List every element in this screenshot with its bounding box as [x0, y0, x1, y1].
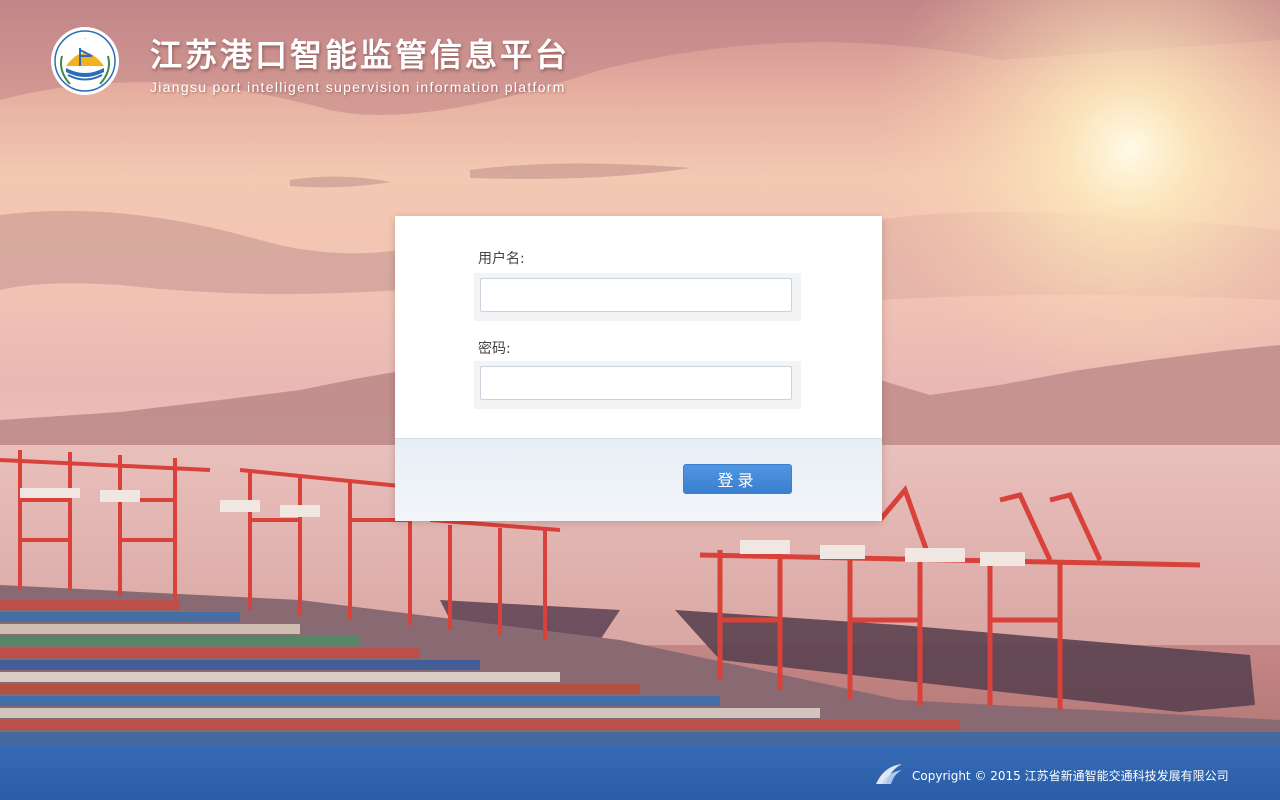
- login-form: 用户名: 密码:: [395, 216, 882, 438]
- page-footer: Copyright © 2015 江苏省新通智能交通科技发展有限公司: [0, 746, 1280, 800]
- username-input[interactable]: [480, 278, 792, 312]
- site-subtitle: Jiangsu port intelligent supervision inf…: [150, 79, 566, 95]
- password-field-wrapper: [474, 361, 801, 409]
- site-title: 江苏港口智能监管信息平台: [150, 36, 571, 74]
- login-panel: 用户名: 密码: 登录: [395, 216, 882, 521]
- login-button[interactable]: 登录: [683, 464, 792, 494]
- login-panel-footer: 登录: [395, 438, 882, 521]
- company-logo-icon: [874, 762, 904, 786]
- username-label: 用户名:: [478, 251, 525, 267]
- copyright-text: Copyright © 2015 江苏省新通智能交通科技发展有限公司: [912, 769, 1229, 783]
- password-label: 密码:: [478, 341, 511, 357]
- port-emblem-icon: ·: [50, 26, 120, 96]
- username-field-wrapper: [474, 273, 801, 321]
- password-input[interactable]: [480, 366, 792, 400]
- svg-text:·: ·: [84, 36, 86, 43]
